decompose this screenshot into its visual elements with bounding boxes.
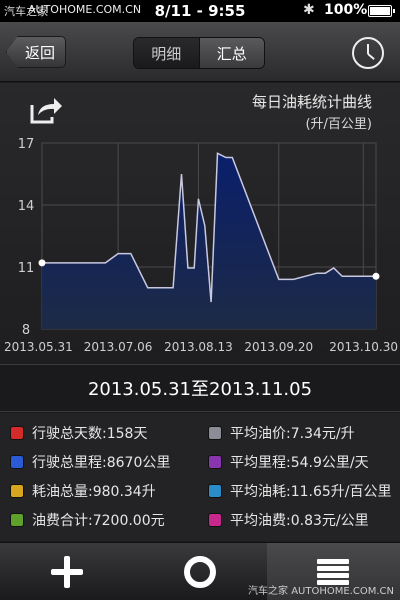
- data-point: [372, 272, 380, 280]
- x-tick-label: 2013.09.20: [244, 340, 313, 354]
- fuel-area: [42, 153, 376, 329]
- chart-title: 每日油耗统计曲线: [251, 93, 372, 111]
- red-swatch-icon: [10, 426, 24, 440]
- bottom-watermark: 汽车之家 AUTOHOME.COM.CN: [248, 586, 394, 597]
- list-icon: [317, 558, 350, 585]
- status-bar: 汽车之家 AUTOHOME.COM.CN 8/11 - 9:55 ✱ 100%: [0, 0, 400, 22]
- x-tick-label: 2013.07.06: [84, 340, 153, 354]
- tab-detail[interactable]: 明细: [134, 38, 200, 68]
- y-tick-label: 11: [18, 261, 35, 276]
- stat-label: 耗油总量:980.34升: [32, 484, 156, 500]
- stat-total-cost: 油费合计:7200.00元: [10, 510, 165, 530]
- stat-label: 平均油耗:11.65升/百公里: [230, 484, 392, 500]
- tab-bar: 汽车之家 AUTOHOME.COM.CN: [0, 542, 400, 600]
- data-point: [38, 259, 46, 267]
- battery-icon: [368, 5, 395, 17]
- gauge-icon: [183, 555, 216, 588]
- nav-bar: 返回 明细 汇总: [0, 22, 400, 82]
- magenta-swatch-icon: [208, 513, 222, 527]
- stat-avg-cost: 平均油费:0.83元/公里: [208, 510, 369, 530]
- x-tick-label: 2013.10.30: [329, 340, 398, 354]
- battery-percent: 100%: [324, 2, 368, 18]
- stats-panel: 行驶总天数:158天 平均油价:7.34元/升 行驶总里程:8670公里 平均里…: [0, 413, 400, 541]
- y-tick-label: 14: [18, 199, 35, 214]
- chart-unit: (升/百公里): [305, 117, 372, 132]
- stat-label: 平均里程:54.9公里/天: [230, 455, 369, 471]
- date-range-text: 2013.05.31至2013.11.05: [87, 379, 313, 400]
- date-range-bar: 2013.05.31至2013.11.05: [0, 364, 400, 412]
- green-swatch-icon: [10, 513, 24, 527]
- segmented-control: 明细 汇总: [133, 37, 265, 69]
- stat-label: 行驶总里程:8670公里: [32, 455, 171, 471]
- y-tick-label: 8: [22, 323, 30, 338]
- blue-swatch-icon: [10, 455, 24, 469]
- tab-summary[interactable]: 汇总: [199, 38, 264, 68]
- stat-label: 油费合计:7200.00元: [32, 513, 165, 529]
- x-tick-label: 2013.08.13: [164, 340, 233, 354]
- stat-avg-price: 平均油价:7.34元/升: [208, 423, 355, 443]
- stat-total-fuel: 耗油总量:980.34升: [10, 481, 156, 501]
- clock-icon[interactable]: [352, 37, 384, 69]
- stat-label: 行驶总天数:158天: [32, 426, 148, 442]
- x-tick-label: 2013.05.31: [4, 340, 73, 354]
- stat-avg-consumption: 平均油耗:11.65升/百公里: [208, 481, 392, 501]
- stat-total-days: 行驶总天数:158天: [10, 423, 147, 443]
- gray-swatch-icon: [208, 426, 222, 440]
- tab-gauge[interactable]: [133, 543, 266, 600]
- stat-total-distance: 行驶总里程:8670公里: [10, 452, 170, 472]
- chart-panel: 8 11 14 17 2013.05.31 2013.07.06 2013.08.13 201…: [0, 83, 400, 363]
- plus-icon: [50, 555, 83, 588]
- tab-add[interactable]: [0, 543, 133, 600]
- bluetooth-icon: ✱: [303, 2, 315, 18]
- stat-label: 平均油价:7.34元/升: [230, 426, 355, 442]
- stat-avg-distance: 平均里程:54.9公里/天: [208, 452, 369, 472]
- share-icon[interactable]: [28, 95, 64, 125]
- back-button[interactable]: 返回: [6, 36, 66, 68]
- cyan-swatch-icon: [208, 484, 222, 498]
- stat-label: 平均油费:0.83元/公里: [230, 513, 369, 529]
- y-tick-label: 17: [18, 137, 35, 152]
- purple-swatch-icon: [208, 455, 222, 469]
- yellow-swatch-icon: [10, 484, 24, 498]
